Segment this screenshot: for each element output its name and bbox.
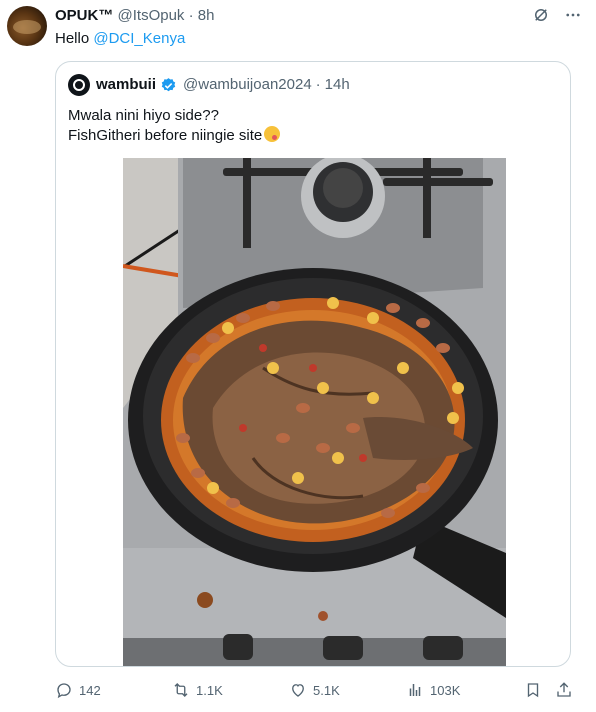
more-options-icon[interactable]: [564, 6, 582, 24]
like-count: 5.1K: [313, 682, 340, 698]
bookmark-button[interactable]: [524, 681, 542, 699]
quoted-tweet-text: Mwala nini hiyo side?? FishGitheri befor…: [68, 106, 281, 146]
face-savoring-food-emoji-icon: [264, 126, 281, 142]
grok-icon[interactable]: [532, 6, 550, 24]
tweet-header: OPUK™ @ItsOpuk · 8h: [55, 6, 214, 26]
quoted-text-line-2: FishGitheri before niingie site: [68, 126, 281, 146]
author-avatar[interactable]: [7, 6, 47, 46]
quoted-author-avatar[interactable]: [68, 74, 90, 96]
food-photo[interactable]: [123, 158, 506, 666]
views-button[interactable]: 103K: [406, 681, 460, 699]
meta-separator: ·: [188, 7, 194, 24]
author-name[interactable]: OPUK™: [55, 7, 113, 24]
tweet-time[interactable]: 8h: [198, 7, 215, 24]
repost-count: 1.1K: [196, 682, 223, 698]
author-handle[interactable]: @ItsOpuk: [118, 7, 185, 24]
repost-button[interactable]: 1.1K: [172, 681, 223, 699]
tweet-text: Hello @DCI_Kenya: [55, 29, 185, 49]
tweet-actions: 142 1.1K 5.1K 103K: [0, 681, 596, 705]
tweet[interactable]: OPUK™ @ItsOpuk · 8h Hello @DCI_Kenya wam…: [0, 0, 596, 712]
share-button[interactable]: [555, 681, 573, 699]
quoted-tweet[interactable]: wambuii @wambuijoan2024 · 14h Mwala nini…: [55, 61, 571, 667]
tweet-top-actions: [532, 6, 582, 24]
quoted-meta-separator: ·: [315, 76, 321, 93]
reply-count: 142: [79, 682, 101, 698]
reply-button[interactable]: 142: [55, 681, 101, 699]
reply-icon: [57, 683, 71, 699]
verified-badge-icon: [160, 77, 177, 94]
mention-link[interactable]: @DCI_Kenya: [93, 30, 185, 47]
quoted-author-handle[interactable]: @wambuijoan2024: [183, 75, 312, 95]
quoted-tweet-time[interactable]: 14h: [325, 75, 350, 95]
views-count: 103K: [430, 682, 461, 698]
quoted-author-name[interactable]: wambuii: [96, 75, 156, 95]
quoted-tweet-header: wambuii @wambuijoan2024 · 14h: [96, 75, 350, 95]
quoted-text-line-1: Mwala nini hiyo side??: [68, 107, 219, 124]
share-icon: [557, 682, 571, 697]
like-button[interactable]: 5.1K: [289, 681, 340, 699]
views-icon: [409, 684, 421, 696]
tweet-text-prefix: Hello: [55, 30, 90, 47]
quoted-text-line-2-text: FishGitheri before niingie site: [68, 127, 263, 144]
heart-icon: [292, 684, 304, 697]
bookmark-icon: [527, 683, 539, 698]
repost-icon: [174, 683, 188, 697]
